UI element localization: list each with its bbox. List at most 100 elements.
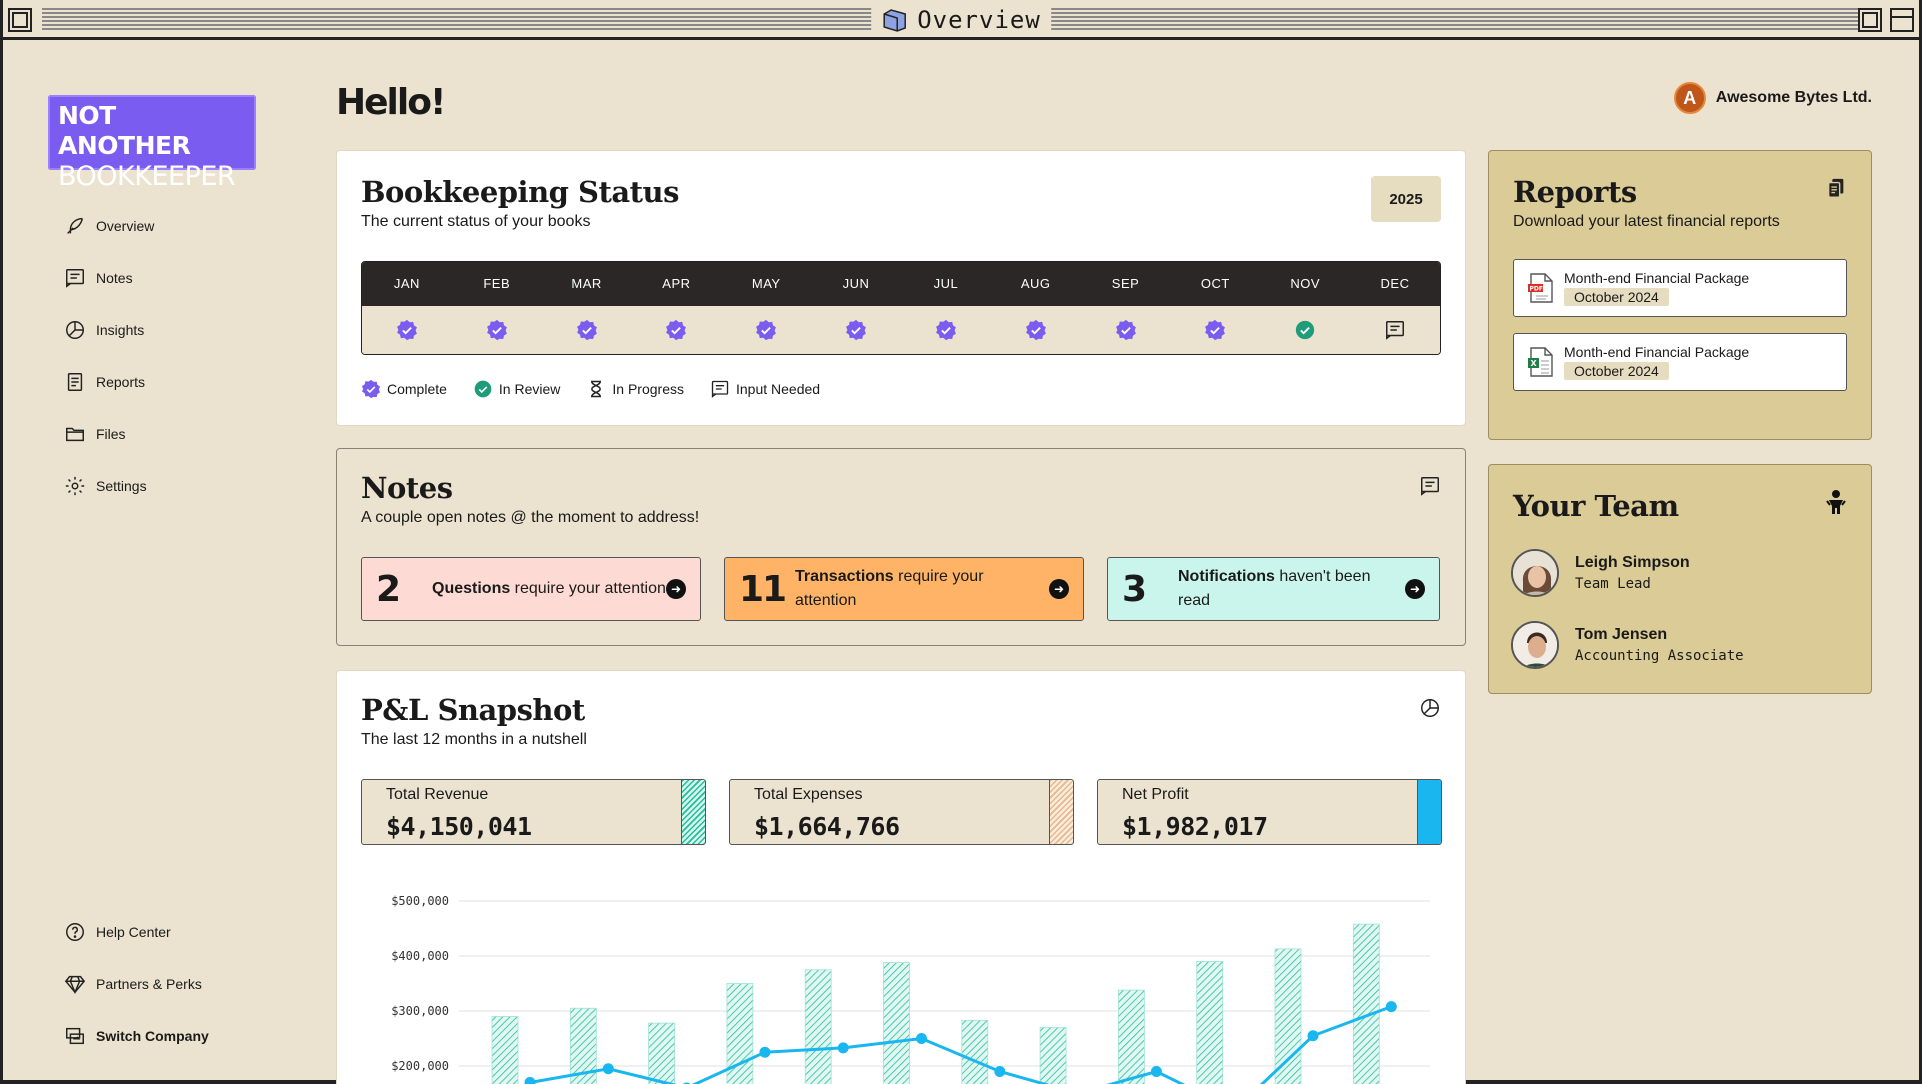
month-status-dec[interactable] (1350, 319, 1440, 341)
switch-icon (66, 1027, 84, 1045)
report-item[interactable]: X Month-end Financial Package October 20… (1513, 333, 1847, 391)
excel-file-icon: X (1528, 347, 1553, 377)
member-role: Team Lead (1575, 576, 1651, 592)
legend-in-progress: In Progress (586, 379, 684, 399)
kpi-label: Total Revenue (386, 786, 489, 803)
card-subtitle: The current status of your books (361, 213, 591, 230)
team-member[interactable]: Tom Jensen Accounting Associate (1511, 621, 1744, 669)
nav-item-overview[interactable]: Overview (64, 214, 154, 238)
month-status-nov[interactable] (1260, 319, 1350, 341)
member-name: Leigh Simpson (1575, 554, 1690, 571)
nav-item-reports[interactable]: Reports (64, 370, 145, 394)
nav-item-partners-perks[interactable]: Partners & Perks (64, 972, 202, 996)
message-icon (66, 269, 84, 288)
complete-badge-icon (486, 319, 507, 341)
months-status-row (362, 306, 1440, 354)
expenses-swatch (1049, 780, 1073, 844)
report-date: October 2024 (1564, 362, 1669, 380)
transactions-note-tile[interactable]: 11 Transactions require your attention ➜ (724, 557, 1084, 621)
company-switcher[interactable]: A Awesome Bytes Ltd. (1673, 82, 1872, 114)
note-text: Notifications haven't been read (1178, 565, 1405, 613)
member-role: Accounting Associate (1575, 648, 1744, 664)
arrow-right-icon: ➜ (666, 579, 686, 599)
message-icon (1386, 321, 1404, 340)
notifications-note-tile[interactable]: 3 Notifications haven't been read ➜ (1107, 557, 1440, 621)
revenue-bar (804, 969, 832, 1084)
profit-point (1307, 1030, 1319, 1042)
month-status-sep[interactable] (1081, 319, 1171, 341)
revenue-bar (1118, 989, 1145, 1084)
nav-item-insights[interactable]: Insights (64, 318, 144, 342)
nav-item-switch-company[interactable]: Switch Company (64, 1024, 209, 1048)
revenue-bar (648, 1022, 676, 1084)
profit-swatch (1417, 780, 1441, 844)
net-profit-kpi: Net Profit $1,982,017 (1097, 779, 1442, 845)
month-status-may[interactable] (721, 319, 811, 341)
kpi-label: Net Profit (1122, 786, 1189, 803)
pie-chart-icon (1421, 699, 1439, 717)
nav-label: Overview (96, 218, 155, 234)
avatar (1511, 621, 1559, 669)
message-icon (1421, 477, 1439, 496)
nav-label: Reports (96, 374, 146, 390)
year-selector-button[interactable]: 2025 (1371, 176, 1441, 222)
month-status-feb[interactable] (452, 319, 542, 341)
report-date: October 2024 (1564, 288, 1669, 306)
nav-item-help-center[interactable]: Help Center (64, 920, 171, 944)
documents-icon[interactable] (1825, 177, 1847, 199)
review-check-icon (1296, 320, 1315, 340)
revenue-bar (1196, 961, 1224, 1084)
nav-item-notes[interactable]: Notes (64, 266, 133, 290)
zoom-box-button[interactable] (1858, 8, 1882, 32)
legend-label: Complete (387, 381, 447, 397)
month-status-apr[interactable] (631, 319, 721, 341)
y-tick-label: $200,000 (391, 1059, 449, 1073)
legend-input-needed: Input Needed (710, 379, 820, 399)
company-name: Awesome Bytes Ltd. (1715, 89, 1872, 106)
month-header-jan: JAN (393, 276, 420, 291)
nav-item-files[interactable]: Files (64, 422, 126, 446)
nav-label: Switch Company (96, 1028, 209, 1044)
legend-complete: Complete (361, 379, 447, 399)
profit-point (1385, 1001, 1397, 1013)
collapse-box-button[interactable] (1890, 8, 1914, 32)
report-name: Month-end Financial Package (1564, 344, 1750, 360)
month-status-jun[interactable] (811, 319, 901, 341)
month-header-may: MAY (751, 276, 781, 291)
month-status-jan[interactable] (362, 319, 452, 341)
complete-badge-icon (935, 319, 956, 341)
revenue-bar (883, 962, 910, 1084)
note-count: 11 (739, 568, 787, 610)
team-member[interactable]: Leigh Simpson Team Lead (1511, 549, 1690, 597)
reports-card: Reports Download your latest financial r… (1488, 150, 1872, 440)
month-status-oct[interactable] (1170, 319, 1260, 341)
card-subtitle: A couple open notes @ the moment to addr… (361, 509, 700, 526)
brand-logo[interactable]: NOT ANOTHER BOOKKEEPER (48, 95, 256, 192)
revenue-bar (491, 1016, 519, 1084)
report-item[interactable]: PDF Month-end Financial Package October … (1513, 259, 1847, 317)
month-status-aug[interactable] (991, 319, 1081, 341)
hourglass-icon (591, 380, 602, 398)
card-title: Bookkeeping Status (361, 175, 679, 209)
month-header-nov: NOV (1290, 276, 1321, 291)
nav-label: Notes (96, 270, 133, 286)
month-header-aug: AUG (1020, 276, 1051, 291)
month-header-dec: DEC (1380, 276, 1410, 291)
review-check-icon (474, 380, 492, 398)
card-title: P&L Snapshot (361, 693, 585, 727)
card-subtitle: The last 12 months in a nutshell (361, 731, 587, 748)
pnl-chart: $500,000 $400,000 $300,000 $200,000 (391, 894, 1430, 1084)
close-box-button[interactable] (8, 8, 32, 32)
nav-label: Insights (96, 322, 145, 338)
month-status-mar[interactable] (542, 319, 632, 341)
note-bold: Notifications (1178, 568, 1275, 585)
arrow-right-icon: ➜ (1405, 579, 1425, 599)
questions-note-tile[interactable]: 2 Questions require your attention ➜ (361, 557, 701, 621)
complete-badge-icon (846, 319, 866, 341)
legend-label: In Review (498, 381, 561, 397)
complete-badge-icon (576, 319, 597, 341)
folder-icon (883, 9, 906, 32)
nav-item-settings[interactable]: Settings (64, 474, 147, 498)
legend-label: In Progress (612, 381, 684, 397)
month-status-jul[interactable] (901, 319, 991, 341)
